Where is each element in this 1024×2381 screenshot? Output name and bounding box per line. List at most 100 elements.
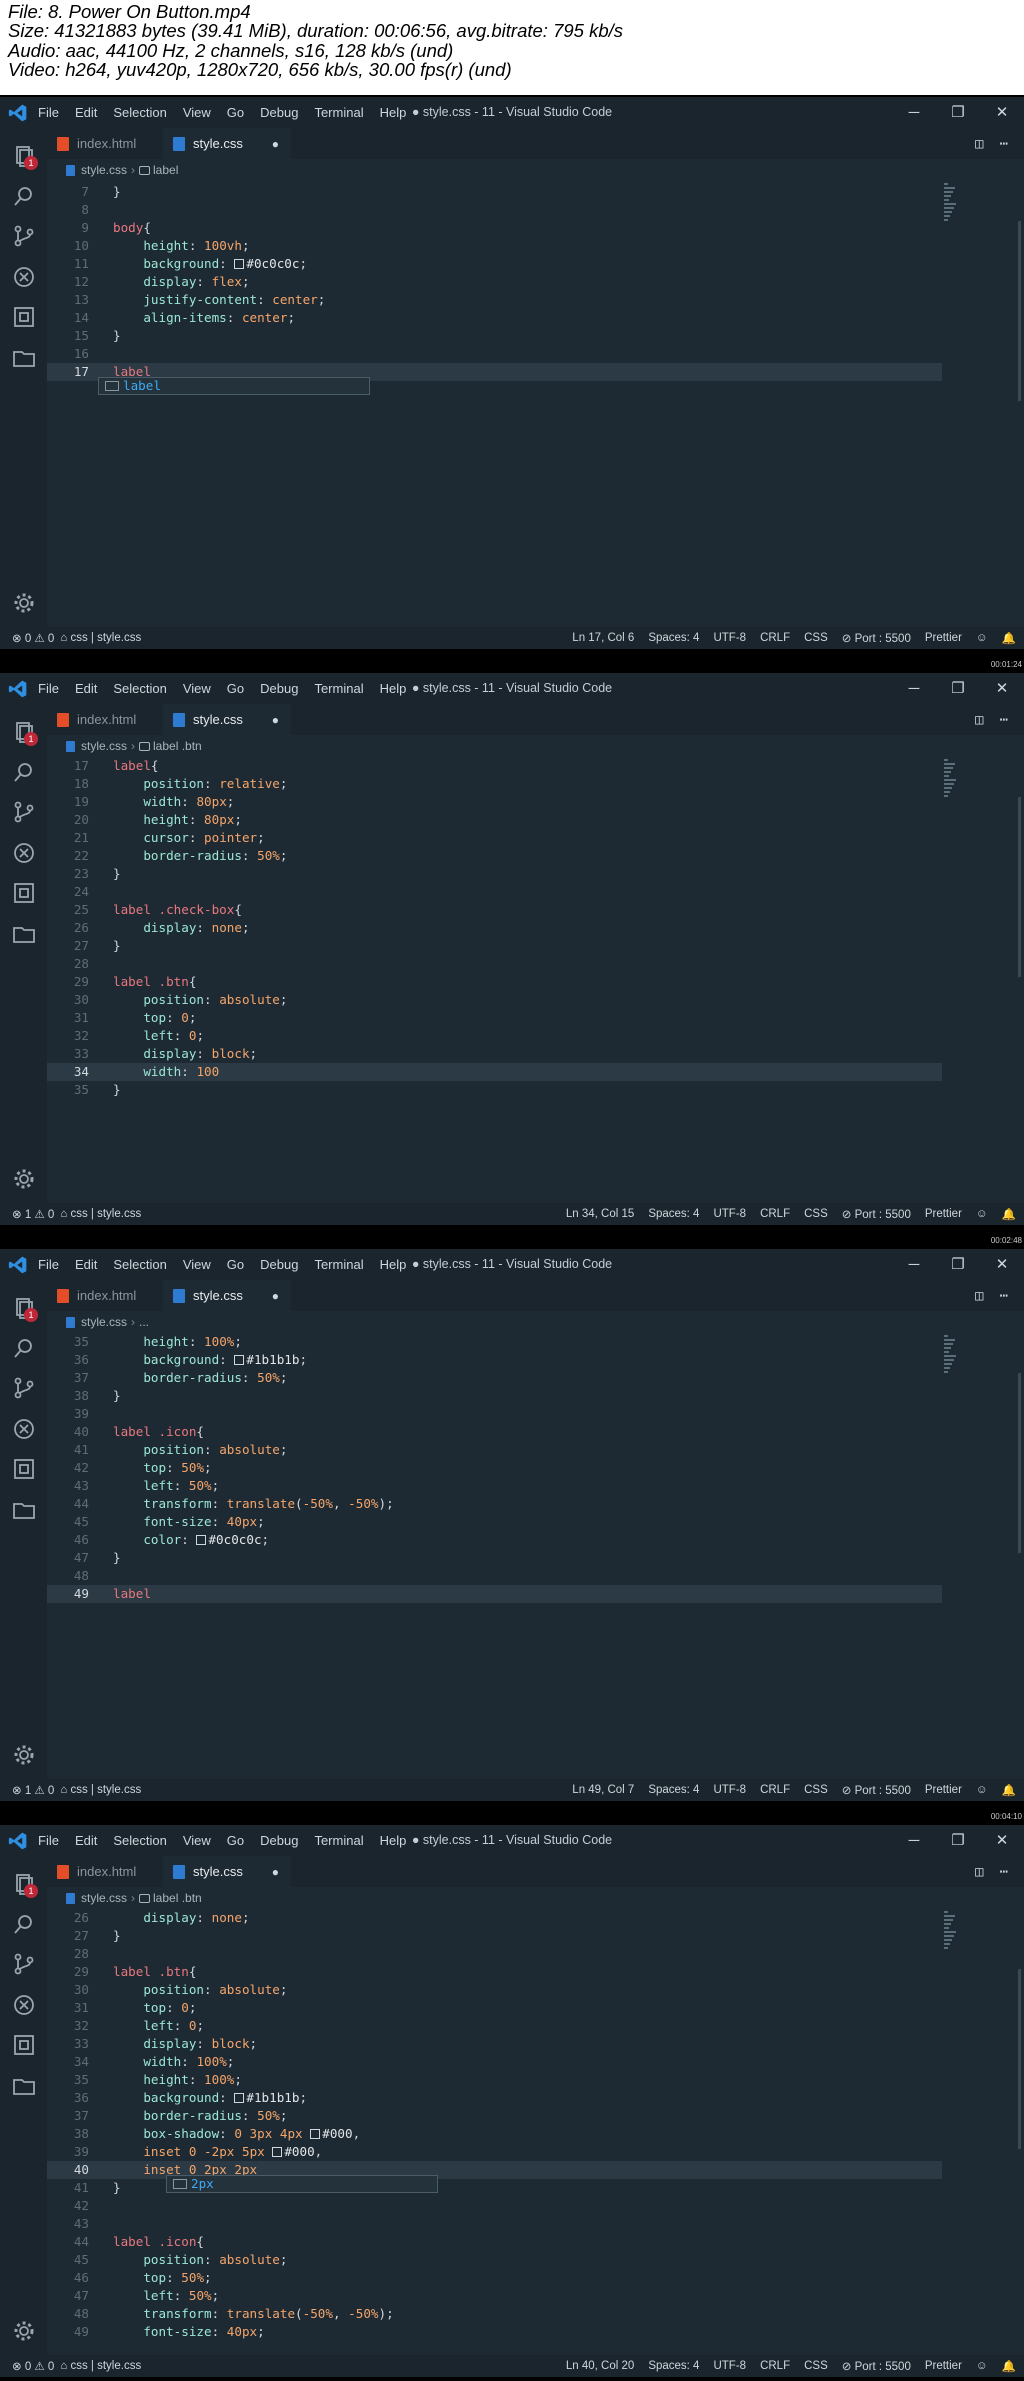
- source-control-icon[interactable]: [12, 1376, 36, 1400]
- encoding[interactable]: UTF-8: [713, 1208, 746, 1220]
- breadcrumb-file[interactable]: style.css: [81, 1315, 127, 1329]
- menu-item-debug[interactable]: Debug: [260, 1257, 298, 1272]
- menu-item-help[interactable]: Help: [380, 1257, 407, 1272]
- extensions-icon[interactable]: [12, 2033, 36, 2057]
- debug-icon[interactable]: [12, 1993, 36, 2017]
- color-swatch-icon[interactable]: [310, 2129, 321, 2139]
- menu-item-go[interactable]: Go: [227, 105, 244, 120]
- live-server-port[interactable]: ⊘ Port : 5500: [842, 1783, 911, 1797]
- minimize-icon[interactable]: ─: [892, 97, 936, 128]
- menu-item-file[interactable]: File: [38, 1833, 59, 1848]
- color-swatch-icon[interactable]: [196, 1535, 207, 1545]
- extensions-icon[interactable]: [12, 881, 36, 905]
- breadcrumb-file[interactable]: style.css: [81, 163, 127, 177]
- restore-icon[interactable]: ❐: [936, 673, 980, 704]
- minimap[interactable]: [944, 759, 956, 799]
- unsaved-dot-icon[interactable]: ●: [272, 137, 279, 151]
- feedback-icon[interactable]: ☺: [976, 2360, 988, 2372]
- line-ending[interactable]: CRLF: [760, 1208, 790, 1220]
- language-mode[interactable]: CSS: [804, 2360, 828, 2372]
- tab-index-html[interactable]: index.html: [47, 1280, 163, 1311]
- split-editor-icon[interactable]: ◫: [975, 1288, 983, 1304]
- color-swatch-icon[interactable]: [272, 2147, 283, 2157]
- menu-item-debug[interactable]: Debug: [260, 105, 298, 120]
- notifications-bell-icon[interactable]: 🔔: [1002, 631, 1016, 645]
- explorer-icon[interactable]: 1: [12, 1872, 38, 1898]
- split-editor-icon[interactable]: ◫: [975, 136, 983, 152]
- encoding[interactable]: UTF-8: [713, 1784, 746, 1796]
- minimap[interactable]: [944, 1911, 956, 1951]
- feedback-icon[interactable]: ☺: [976, 1784, 988, 1796]
- source-control-icon[interactable]: [12, 800, 36, 824]
- vertical-scrollbar[interactable]: [1018, 797, 1021, 977]
- menu-item-help[interactable]: Help: [380, 105, 407, 120]
- live-server-port[interactable]: ⊘ Port : 5500: [842, 2359, 911, 2373]
- restore-icon[interactable]: ❐: [936, 1825, 980, 1856]
- tab-style-css[interactable]: style.css ●: [163, 1856, 291, 1887]
- menu-item-terminal[interactable]: Terminal: [314, 105, 363, 120]
- code-editor[interactable]: 35 height: 100%; 36 background: #1b1b1b; 3…: [47, 1333, 1024, 1779]
- remote-explorer-icon[interactable]: [12, 1498, 36, 1522]
- extensions-icon[interactable]: [12, 305, 36, 329]
- tab-style-css[interactable]: style.css ●: [163, 704, 291, 735]
- breadcrumb-symbol[interactable]: ...: [139, 1315, 149, 1329]
- autocomplete-suggestion[interactable]: label: [98, 377, 370, 395]
- menu-item-edit[interactable]: Edit: [75, 681, 97, 696]
- restore-icon[interactable]: ❐: [936, 1249, 980, 1280]
- menu-item-debug[interactable]: Debug: [260, 681, 298, 696]
- menu-item-go[interactable]: Go: [227, 1833, 244, 1848]
- language-mode[interactable]: CSS: [804, 1208, 828, 1220]
- line-ending[interactable]: CRLF: [760, 1784, 790, 1796]
- notifications-bell-icon[interactable]: 🔔: [1002, 2359, 1016, 2373]
- source-control-icon[interactable]: [12, 224, 36, 248]
- settings-gear-icon[interactable]: [12, 2319, 36, 2343]
- breadcrumb-symbol[interactable]: label .btn: [153, 1891, 202, 1905]
- explorer-icon[interactable]: 1: [12, 144, 38, 170]
- breadcrumb-symbol[interactable]: label .btn: [153, 739, 202, 753]
- menu-item-help[interactable]: Help: [380, 1833, 407, 1848]
- tab-index-html[interactable]: index.html: [47, 704, 163, 735]
- cursor-position[interactable]: Ln 17, Col 6: [572, 632, 634, 644]
- remote-explorer-icon[interactable]: [12, 922, 36, 946]
- code-editor[interactable]: 26 display: none; 27} 28 29 label .btn{30 po…: [47, 1909, 1024, 2355]
- cursor-position[interactable]: Ln 34, Col 15: [566, 1208, 634, 1220]
- search-icon[interactable]: [12, 1336, 36, 1360]
- vertical-scrollbar[interactable]: [1018, 1373, 1021, 1553]
- menu-item-view[interactable]: View: [183, 1833, 211, 1848]
- notifications-bell-icon[interactable]: 🔔: [1002, 1207, 1016, 1221]
- explorer-icon[interactable]: 1: [12, 720, 38, 746]
- menu-item-terminal[interactable]: Terminal: [314, 681, 363, 696]
- tab-index-html[interactable]: index.html: [47, 1856, 163, 1887]
- errors-count[interactable]: ⊗ 0 ⚠ 0: [12, 2359, 54, 2373]
- line-ending[interactable]: CRLF: [760, 2360, 790, 2372]
- settings-gear-icon[interactable]: [12, 1167, 36, 1191]
- live-server-port[interactable]: ⊘ Port : 5500: [842, 1207, 911, 1221]
- errors-count[interactable]: ⊗ 1 ⚠ 0: [12, 1207, 54, 1221]
- debug-icon[interactable]: [12, 841, 36, 865]
- settings-gear-icon[interactable]: [12, 1743, 36, 1767]
- menu-item-edit[interactable]: Edit: [75, 105, 97, 120]
- live-server-port[interactable]: ⊘ Port : 5500: [842, 631, 911, 645]
- vertical-scrollbar[interactable]: [1018, 1969, 1021, 2149]
- code-editor[interactable]: 17 label{18 position: relative; 19 width: …: [47, 757, 1024, 1203]
- more-actions-icon[interactable]: ⋯: [1000, 1864, 1008, 1880]
- errors-count[interactable]: ⊗ 1 ⚠ 0: [12, 1783, 54, 1797]
- menu-item-selection[interactable]: Selection: [113, 681, 166, 696]
- breadcrumb-file[interactable]: style.css: [81, 739, 127, 753]
- feedback-icon[interactable]: ☺: [976, 632, 988, 644]
- close-icon[interactable]: ✕: [980, 673, 1024, 704]
- search-icon[interactable]: [12, 184, 36, 208]
- close-icon[interactable]: ✕: [980, 1825, 1024, 1856]
- prettier-status[interactable]: Prettier: [925, 632, 962, 644]
- tab-style-css[interactable]: style.css ●: [163, 128, 291, 159]
- restore-icon[interactable]: ❐: [936, 97, 980, 128]
- indentation[interactable]: Spaces: 4: [648, 632, 699, 644]
- split-editor-icon[interactable]: ◫: [975, 1864, 983, 1880]
- menu-item-go[interactable]: Go: [227, 681, 244, 696]
- language-mode[interactable]: CSS: [804, 632, 828, 644]
- menu-item-file[interactable]: File: [38, 105, 59, 120]
- line-ending[interactable]: CRLF: [760, 632, 790, 644]
- search-icon[interactable]: [12, 1912, 36, 1936]
- menu-item-selection[interactable]: Selection: [113, 1257, 166, 1272]
- indentation[interactable]: Spaces: 4: [648, 1208, 699, 1220]
